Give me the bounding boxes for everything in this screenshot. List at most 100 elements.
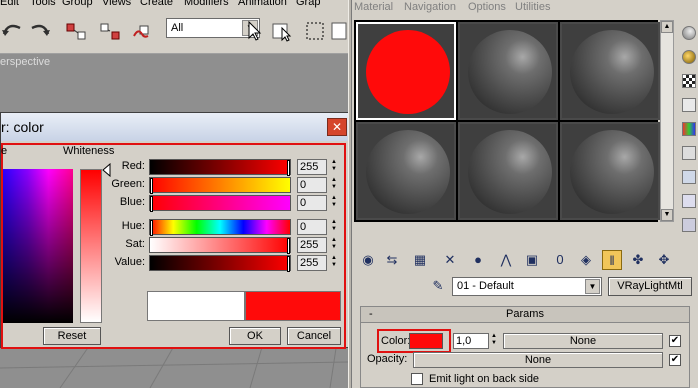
menu-options[interactable]: Options: [468, 1, 506, 13]
put-to-library-icon[interactable]: ▣: [522, 250, 542, 270]
sat-slider[interactable]: [149, 237, 291, 254]
scroll-down-icon[interactable]: ▼: [661, 209, 673, 221]
unlink-selection-icon[interactable]: [98, 18, 122, 44]
current-color-swatch[interactable]: [245, 291, 341, 321]
menu-group[interactable]: Group: [62, 0, 93, 8]
blue-slider-handle[interactable]: [150, 196, 153, 212]
color-map-checkbox[interactable]: ✔: [669, 335, 681, 347]
dialog-title-bar[interactable]: r: color ✕: [1, 113, 350, 141]
make-preview-icon[interactable]: [682, 146, 696, 160]
green-slider-handle[interactable]: [150, 178, 153, 194]
sample-slot-4[interactable]: [356, 122, 456, 220]
slots-scrollbar[interactable]: ▲ ▼: [660, 20, 674, 222]
hue-slider[interactable]: [149, 219, 291, 236]
rollout-header[interactable]: - Params: [361, 307, 689, 323]
red-value-field[interactable]: 255: [297, 159, 327, 175]
color-multiplier-field[interactable]: 1,0: [453, 333, 489, 349]
menu-material[interactable]: Material: [354, 1, 393, 13]
menu-graph[interactable]: Grap: [296, 0, 320, 8]
select-by-name-icon[interactable]: [270, 18, 294, 44]
assign-material-icon[interactable]: ▦: [410, 250, 430, 270]
multiplier-spinner-icon[interactable]: ▲ ▼: [489, 333, 499, 349]
sample-slot-5[interactable]: [458, 122, 558, 220]
menu-modifiers[interactable]: Modifiers: [184, 0, 229, 8]
options-icon[interactable]: [682, 170, 696, 184]
material-name-field[interactable]: 01 - Default ▼: [452, 277, 602, 296]
video-color-check-icon[interactable]: [682, 122, 696, 136]
opacity-map-checkbox[interactable]: ✔: [669, 354, 681, 366]
menu-create[interactable]: Create: [140, 0, 173, 8]
value-spinner-icon[interactable]: ▲ ▼: [329, 255, 339, 271]
put-to-scene-icon[interactable]: ⇆: [382, 250, 402, 270]
value-slider-handle[interactable]: [287, 256, 290, 272]
copy-material-icon[interactable]: ●: [468, 250, 488, 270]
sat-value-field[interactable]: 255: [297, 237, 327, 253]
get-material-icon[interactable]: ◉: [358, 250, 378, 270]
material-editor-toolbar: ◉ ⇆ ▦ ✕ ● ⋀ ▣ 0 ◈ ‖ ✤ ✥: [354, 246, 698, 274]
go-to-parent-icon[interactable]: ✤: [628, 250, 648, 270]
blue-spinner-icon[interactable]: ▲ ▼: [329, 195, 339, 211]
rollout-title: Params: [506, 308, 544, 320]
pick-material-icon[interactable]: ✎: [428, 276, 448, 296]
blue-slider[interactable]: [149, 195, 291, 212]
undo-icon[interactable]: [0, 18, 24, 44]
red-spinner-icon[interactable]: ▲ ▼: [329, 159, 339, 175]
original-color-swatch[interactable]: [147, 291, 245, 321]
sample-slot-1[interactable]: [356, 22, 456, 120]
background-checker-icon[interactable]: [682, 74, 696, 88]
menu-utilities[interactable]: Utilities: [515, 1, 550, 13]
sample-uv-tiling-icon[interactable]: [682, 98, 696, 112]
red-slider-handle[interactable]: [287, 160, 290, 176]
material-sphere: [570, 30, 654, 114]
green-spinner-icon[interactable]: ▲ ▼: [329, 177, 339, 193]
green-slider[interactable]: [149, 177, 291, 194]
material-sphere: [468, 130, 552, 214]
menu-navigation[interactable]: Navigation: [404, 1, 456, 13]
select-and-link-icon[interactable]: [64, 18, 88, 44]
hue-slider-handle[interactable]: [150, 220, 153, 236]
material-type-button[interactable]: VRayLightMtl: [608, 277, 692, 296]
hue-blackness-picker[interactable]: [3, 169, 73, 323]
material-id-channel-icon[interactable]: 0: [550, 250, 570, 270]
scroll-up-icon[interactable]: ▲: [661, 21, 673, 33]
show-map-in-viewport-icon[interactable]: ◈: [576, 250, 596, 270]
emit-back-side-checkbox[interactable]: [411, 373, 423, 385]
close-icon[interactable]: ✕: [327, 118, 347, 136]
sat-slider-handle[interactable]: [287, 238, 290, 254]
material-navigator-icon[interactable]: [682, 218, 696, 232]
go-forward-to-sibling-icon[interactable]: ✥: [654, 250, 674, 270]
menu-animation[interactable]: Animation: [238, 0, 287, 8]
red-slider[interactable]: [149, 159, 291, 176]
menu-edit[interactable]: Edit: [0, 0, 19, 8]
sat-spinner-icon[interactable]: ▲ ▼: [329, 237, 339, 253]
sample-slot-6[interactable]: [560, 122, 660, 220]
sample-type-icon[interactable]: [682, 26, 696, 40]
ok-button[interactable]: OK: [229, 327, 281, 345]
bind-to-space-warp-icon[interactable]: [130, 18, 154, 44]
whiteness-bar[interactable]: [80, 169, 102, 323]
menu-tools[interactable]: Tools: [30, 0, 56, 8]
value-value-field[interactable]: 255: [297, 255, 327, 271]
rectangular-selection-icon[interactable]: [304, 18, 328, 44]
color-selector-dialog: r: color ✕ e Whiteness Red: 255 ▲ ▼ Green…: [0, 112, 350, 349]
blue-slider-row: Blue: 0 ▲ ▼: [103, 195, 343, 212]
blue-value-field[interactable]: 0: [297, 195, 327, 211]
opacity-map-button[interactable]: None: [413, 352, 663, 368]
cancel-button[interactable]: Cancel: [287, 327, 341, 345]
backlight-icon[interactable]: [682, 50, 696, 64]
value-slider[interactable]: [149, 255, 291, 272]
sample-slot-3[interactable]: [560, 22, 660, 120]
select-object-icon[interactable]: [242, 18, 266, 44]
select-by-material-icon[interactable]: [682, 194, 696, 208]
redo-icon[interactable]: [28, 18, 52, 44]
reset-map-icon[interactable]: ✕: [440, 250, 460, 270]
menu-views[interactable]: Views: [102, 0, 131, 8]
show-end-result-icon[interactable]: ‖: [602, 250, 622, 270]
green-value-field[interactable]: 0: [297, 177, 327, 193]
color-map-button[interactable]: None: [503, 333, 663, 349]
hue-spinner-icon[interactable]: ▲ ▼: [329, 219, 339, 235]
hue-value-field[interactable]: 0: [297, 219, 327, 235]
make-unique-icon[interactable]: ⋀: [496, 250, 516, 270]
sample-slot-2[interactable]: [458, 22, 558, 120]
reset-button[interactable]: Reset: [43, 327, 101, 345]
